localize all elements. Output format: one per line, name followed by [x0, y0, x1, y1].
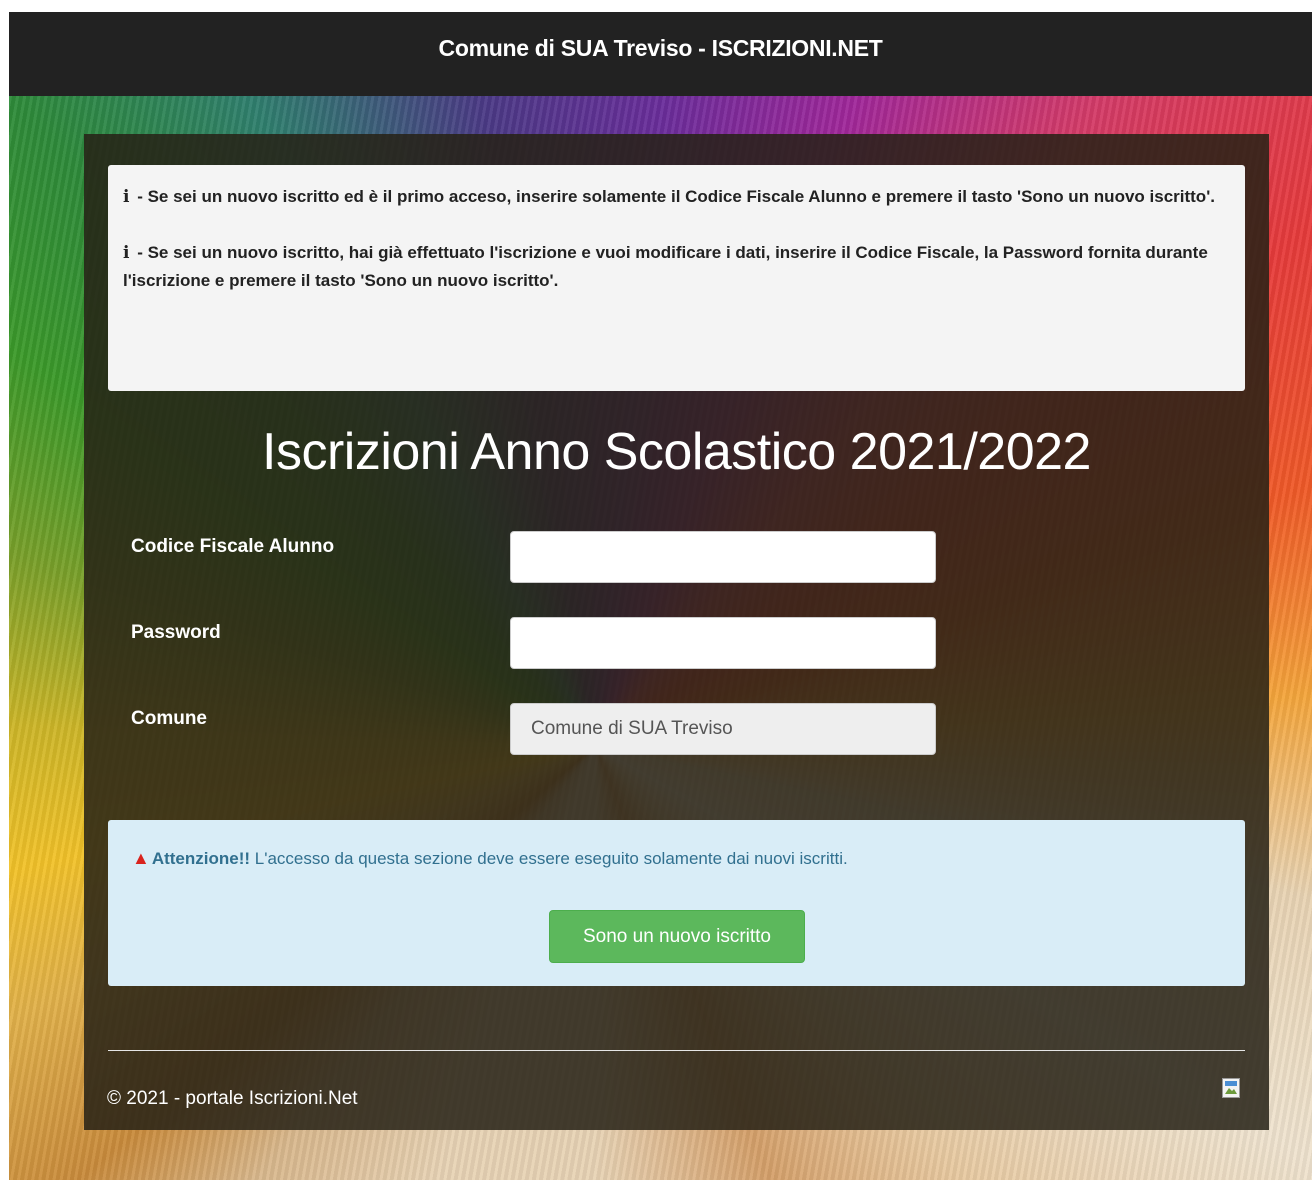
- warning-icon: ▲: [132, 848, 150, 868]
- password-row: Password: [131, 617, 951, 669]
- new-enrollee-button[interactable]: Sono un nuovo iscritto: [549, 910, 805, 963]
- codice-fiscale-label: Codice Fiscale Alunno: [131, 536, 335, 557]
- page-title: Iscrizioni Anno Scolastico 2021/2022: [262, 423, 1091, 481]
- alert-strong-text: Attenzione!!: [151, 849, 251, 868]
- broken-image-icon: [1222, 1078, 1240, 1098]
- info-icon: i: [123, 243, 130, 263]
- footer-copyright: © 2021 - portale Iscrizioni.Net: [107, 1088, 358, 1109]
- navbar-title: Comune di SUA Treviso - ISCRIZIONI.NET: [438, 34, 883, 61]
- alert-body-text: L'accesso da questa sezione deve essere …: [250, 849, 848, 868]
- main-panel: i - Se sei un nuovo iscritto ed è il pri…: [84, 134, 1269, 1130]
- info-second-text: Se sei un nuovo iscritto, hai già effett…: [123, 243, 1208, 290]
- comune-row: Comune: [131, 703, 951, 755]
- codice-fiscale-row: Codice Fiscale Alunno: [131, 531, 951, 583]
- comune-input: [510, 703, 936, 755]
- info-icon: i: [123, 187, 130, 207]
- top-navbar: Comune di SUA Treviso - ISCRIZIONI.NET: [9, 12, 1312, 96]
- info-paragraph-first: i - Se sei un nuovo iscritto ed è il pri…: [123, 183, 1230, 211]
- info-paragraph-second: i - Se sei un nuovo iscritto, hai già ef…: [123, 239, 1230, 294]
- comune-label: Comune: [131, 708, 207, 729]
- info-second-prefix: -: [132, 243, 148, 262]
- info-first-text: Se sei un nuovo iscritto ed è il primo a…: [147, 187, 1215, 206]
- footer-divider: [108, 1050, 1245, 1051]
- codice-fiscale-input[interactable]: [510, 531, 936, 583]
- info-first-prefix: -: [132, 187, 148, 206]
- password-input[interactable]: [510, 617, 936, 669]
- info-box: i - Se sei un nuovo iscritto ed è il pri…: [108, 165, 1245, 391]
- alert-message: ▲ Attenzione!! L'accesso da questa sezion…: [132, 848, 848, 869]
- attention-alert: ▲ Attenzione!! L'accesso da questa sezion…: [108, 820, 1245, 986]
- password-label: Password: [131, 622, 221, 643]
